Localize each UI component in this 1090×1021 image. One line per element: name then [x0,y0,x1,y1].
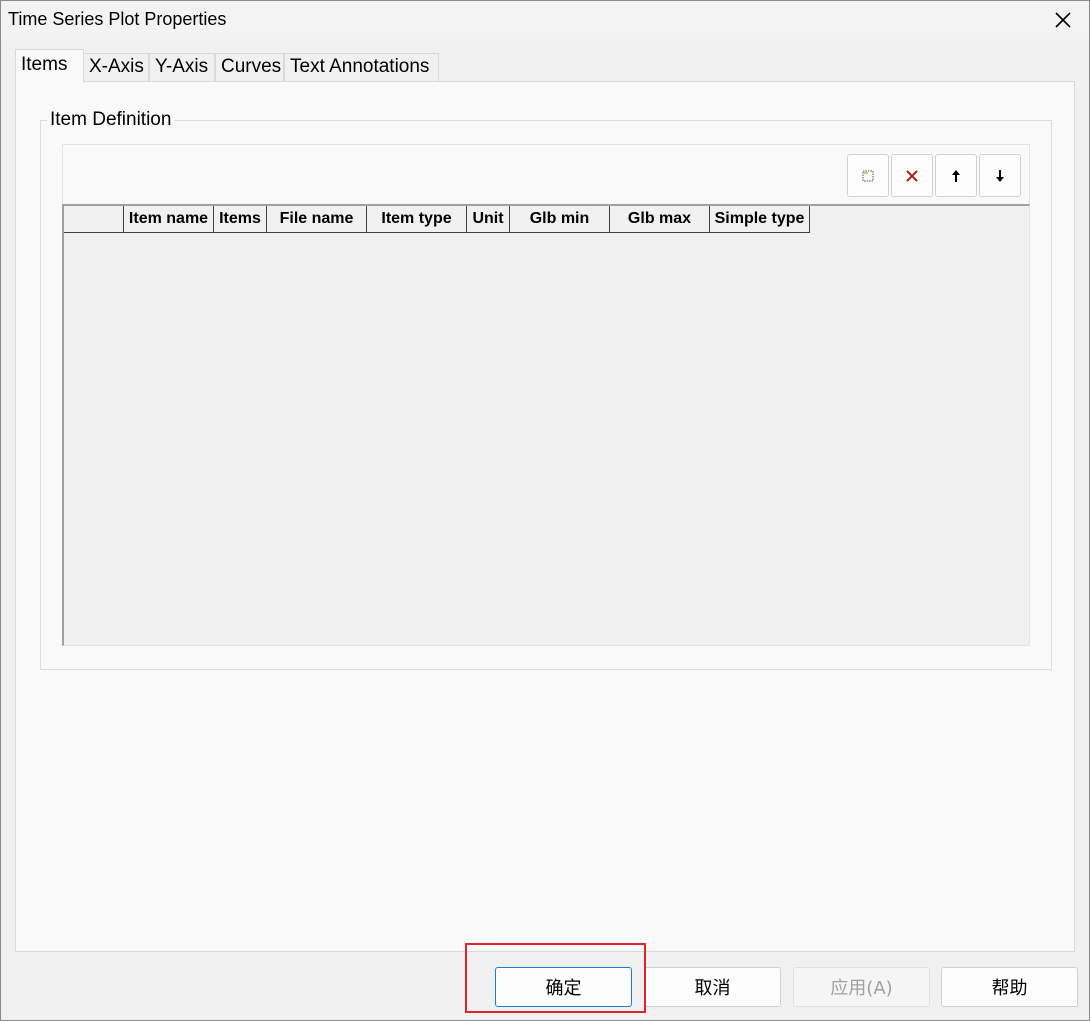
tab-items[interactable]: Items [15,49,84,83]
new-item-button[interactable] [847,154,889,197]
cancel-button[interactable]: 取消 [644,967,781,1007]
column-unit[interactable]: Unit [467,206,510,233]
window-title: Time Series Plot Properties [8,9,227,29]
move-up-icon [952,169,960,182]
tab-text-annotations[interactable]: Text Annotations [284,53,439,82]
new-item-icon [862,170,874,181]
item-definition-legend: Item Definition [47,109,175,131]
item-definition-group: Item Definition Item name Items File nam… [40,109,1052,670]
item-toolbar [62,144,1030,204]
tab-y-axis[interactable]: Y-Axis [149,53,215,82]
items-tab-panel: Item Definition Item name Items File nam… [15,81,1075,952]
dialog-window: Time Series Plot Properties Items X-Axis… [0,0,1090,1021]
move-down-icon [996,169,1004,182]
ok-button-highlight [465,943,646,1013]
move-down-button[interactable] [979,154,1021,197]
column-glb-max[interactable]: Glb max [610,206,710,233]
tab-curves[interactable]: Curves [215,53,284,82]
column-simple-type[interactable]: Simple type [710,206,810,233]
grid-header-row: Item name Items File name Item type Unit… [64,206,810,233]
column-item-name[interactable]: Item name [124,206,214,233]
delete-item-button[interactable] [891,154,933,197]
help-button[interactable]: 帮助 [941,967,1078,1007]
tab-x-axis[interactable]: X-Axis [83,53,149,82]
column-item-type[interactable]: Item type [367,206,467,233]
apply-button: 应用(A) [793,967,930,1007]
items-grid[interactable]: Item name Items File name Item type Unit… [62,204,1030,646]
close-button[interactable] [1037,1,1089,39]
move-up-button[interactable] [935,154,977,197]
column-items[interactable]: Items [214,206,267,233]
column-file-name[interactable]: File name [267,206,367,233]
title-bar: Time Series Plot Properties [1,1,1089,39]
close-icon [1055,12,1071,28]
grid-header-row-selector [64,206,124,233]
delete-item-icon [906,169,918,182]
column-glb-min[interactable]: Glb min [510,206,610,233]
